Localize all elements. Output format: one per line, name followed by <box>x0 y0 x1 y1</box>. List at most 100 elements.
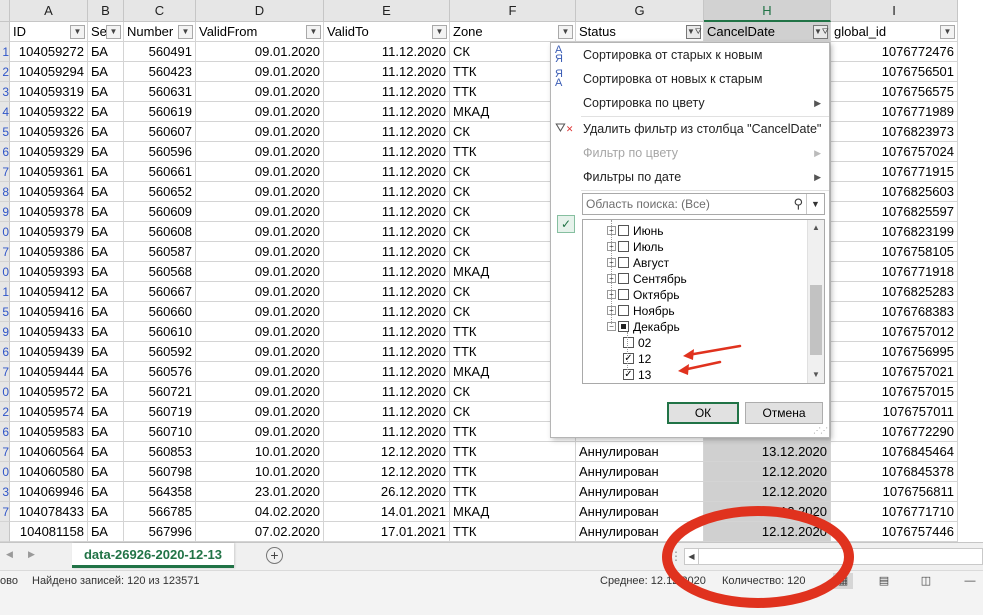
row-header[interactable]: 1 <box>0 282 10 302</box>
table-cell[interactable]: 104059583 <box>10 422 88 442</box>
table-cell[interactable]: БА <box>88 342 124 362</box>
filter-dropdown-icon[interactable]: ▼ <box>558 25 573 39</box>
table-cell[interactable]: 12.12.2020 <box>704 502 831 522</box>
table-cell[interactable]: БА <box>88 402 124 422</box>
table-cell[interactable]: БА <box>88 422 124 442</box>
table-cell[interactable]: 560592 <box>124 342 196 362</box>
table-cell[interactable]: 07.02.2020 <box>196 522 324 542</box>
ok-button[interactable]: ОК <box>667 402 739 424</box>
row-header[interactable]: 4 <box>0 102 10 122</box>
table-cell[interactable]: 1076757024 <box>831 142 958 162</box>
table-cell[interactable]: 09.01.2020 <box>196 82 324 102</box>
row-header[interactable]: 3 <box>0 82 10 102</box>
header-cell[interactable]: CancelDate <box>704 22 831 42</box>
table-cell[interactable]: 104078433 <box>10 502 88 522</box>
table-cell[interactable]: БА <box>88 182 124 202</box>
table-cell[interactable]: 560608 <box>124 222 196 242</box>
table-cell[interactable]: 104059319 <box>10 82 88 102</box>
table-cell[interactable]: 1076758105 <box>831 242 958 262</box>
table-cell[interactable]: 560631 <box>124 82 196 102</box>
table-cell[interactable]: 10.01.2020 <box>196 442 324 462</box>
filter-dropdown-icon[interactable]: ▼ <box>432 25 447 39</box>
zoom-out-icon[interactable]: — <box>960 573 980 589</box>
cancel-button[interactable]: Отмена <box>745 402 823 424</box>
table-cell[interactable]: 104081158 <box>10 522 88 542</box>
row-header[interactable]: 6 <box>0 422 10 442</box>
table-cell[interactable]: 104059326 <box>10 122 88 142</box>
table-cell[interactable]: 104059572 <box>10 382 88 402</box>
table-cell[interactable]: 11.12.2020 <box>324 142 450 162</box>
row-header[interactable]: 6 <box>0 342 10 362</box>
table-cell[interactable]: 560423 <box>124 62 196 82</box>
checkbox[interactable] <box>618 273 629 285</box>
table-cell[interactable]: 104059361 <box>10 162 88 182</box>
table-cell[interactable]: 1076771918 <box>831 262 958 282</box>
scroll-left-icon[interactable]: ◀ <box>685 549 699 564</box>
table-cell[interactable]: 104059379 <box>10 222 88 242</box>
tree-item[interactable]: + Август <box>607 254 669 270</box>
table-cell[interactable]: 567996 <box>124 522 196 542</box>
add-sheet-icon[interactable]: + <box>266 547 283 564</box>
column-header-c[interactable]: C <box>124 0 196 22</box>
table-cell[interactable]: 10.01.2020 <box>196 462 324 482</box>
table-cell[interactable]: 1076772290 <box>831 422 958 442</box>
table-cell[interactable]: 1076768383 <box>831 302 958 322</box>
filter-dropdown-icon[interactable]: ▼ <box>306 25 321 39</box>
table-cell[interactable]: 560710 <box>124 422 196 442</box>
table-cell[interactable]: 104059444 <box>10 362 88 382</box>
table-cell[interactable]: 104059364 <box>10 182 88 202</box>
filter-active-icon[interactable]: ▼⛛ <box>686 25 702 39</box>
row-header[interactable]: 0 <box>0 262 10 282</box>
table-cell[interactable]: 104059272 <box>10 42 88 62</box>
table-cell[interactable]: 11.12.2020 <box>324 242 450 262</box>
table-cell[interactable]: 1076757446 <box>831 522 958 542</box>
table-cell[interactable]: 11.12.2020 <box>324 342 450 362</box>
table-cell[interactable]: 09.01.2020 <box>196 222 324 242</box>
filter-dropdown-icon[interactable]: ▼ <box>940 25 955 39</box>
table-cell[interactable]: 11.12.2020 <box>324 82 450 102</box>
table-cell[interactable]: БА <box>88 162 124 182</box>
scroll-down-icon[interactable]: ▼ <box>808 367 824 383</box>
page-layout-view-icon[interactable]: ▤ <box>874 573 894 589</box>
row-header[interactable]: 7 <box>0 442 10 462</box>
table-cell[interactable]: 09.01.2020 <box>196 102 324 122</box>
tree-scrollbar[interactable]: ▲ ▼ <box>807 220 824 383</box>
tree-item[interactable]: + Июнь <box>607 222 664 238</box>
table-cell[interactable]: 09.01.2020 <box>196 342 324 362</box>
checkbox[interactable] <box>618 225 629 237</box>
table-cell[interactable]: Аннулирован <box>576 482 704 502</box>
table-cell[interactable]: 13.12.2020 <box>704 442 831 462</box>
table-cell[interactable]: 1076823199 <box>831 222 958 242</box>
table-cell[interactable]: 11.12.2020 <box>324 182 450 202</box>
table-cell[interactable]: БА <box>88 222 124 242</box>
table-cell[interactable]: БА <box>88 42 124 62</box>
row-header[interactable]: 3 <box>0 482 10 502</box>
row-header[interactable]: 0 <box>0 382 10 402</box>
column-header-e[interactable]: E <box>324 0 450 22</box>
row-header[interactable]: 8 <box>0 182 10 202</box>
table-cell[interactable]: БА <box>88 522 124 542</box>
table-cell[interactable]: 560798 <box>124 462 196 482</box>
table-cell[interactable]: 09.01.2020 <box>196 382 324 402</box>
select-all-corner[interactable] <box>0 0 10 22</box>
filter-dropdown-icon[interactable]: ▼ <box>106 25 121 39</box>
table-cell[interactable]: 11.12.2020 <box>324 162 450 182</box>
checkbox[interactable] <box>618 241 629 253</box>
table-cell[interactable]: 1076845464 <box>831 442 958 462</box>
table-cell[interactable]: 26.12.2020 <box>324 482 450 502</box>
table-cell[interactable]: 1076757011 <box>831 402 958 422</box>
tab-scroll-left-icon[interactable]: ◀ <box>6 549 13 560</box>
table-cell[interactable]: БА <box>88 282 124 302</box>
filter-dropdown-icon[interactable]: ▼ <box>178 25 193 39</box>
page-break-view-icon[interactable]: ◫ <box>916 573 936 589</box>
column-header-f[interactable]: F <box>450 0 576 22</box>
table-cell[interactable]: 11.12.2020 <box>324 202 450 222</box>
row-header[interactable]: 5 <box>0 302 10 322</box>
table-cell[interactable]: 09.01.2020 <box>196 62 324 82</box>
column-header-b[interactable]: B <box>88 0 124 22</box>
row-header[interactable]: 0 <box>0 462 10 482</box>
table-cell[interactable]: 11.12.2020 <box>324 122 450 142</box>
table-cell[interactable]: БА <box>88 102 124 122</box>
table-cell[interactable]: 560660 <box>124 302 196 322</box>
table-cell[interactable]: 104059378 <box>10 202 88 222</box>
